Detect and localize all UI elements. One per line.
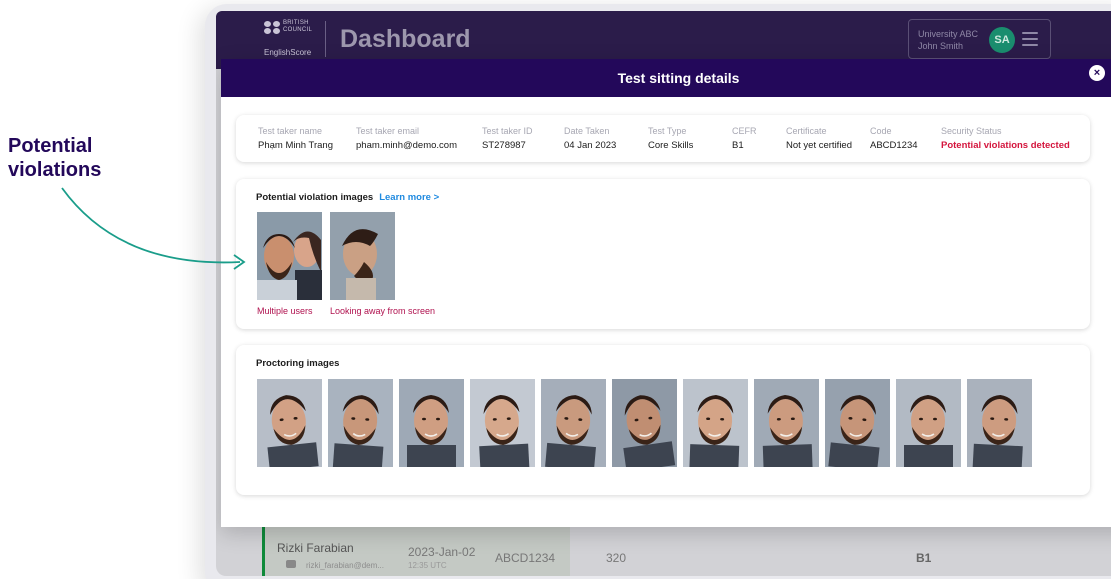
proctoring-image[interactable] [683, 379, 748, 467]
row-cefr: B1 [916, 551, 932, 565]
close-button[interactable]: × [1089, 65, 1105, 81]
annotation-line-1: Potential [8, 135, 93, 157]
user-org: University ABC [918, 29, 979, 39]
violation-images-card: Potential violation imagesLearn more > [236, 179, 1090, 329]
info-id: Test taker ID ST278987 [482, 126, 533, 151]
user-name: John Smith [918, 41, 964, 51]
info-name: Test taker name Phạm Minh Trang [258, 126, 333, 151]
modal-header: Test sitting details [221, 59, 1111, 97]
info-type: Test Type Core Skills [648, 126, 694, 151]
row-time: 12:35 UTC [408, 561, 447, 570]
proctoring-image[interactable] [967, 379, 1032, 467]
proctoring-section-title: Proctoring images [256, 358, 340, 369]
violation-section-title: Potential violation images Learn more > [256, 192, 440, 203]
user-menu[interactable]: University ABC John Smith SA [908, 19, 1051, 59]
row-email: rizki_farabian@dem... [306, 561, 384, 570]
info-email: Test taker email pham.minh@demo.com [356, 126, 457, 151]
proctoring-image[interactable] [896, 379, 961, 467]
info-code: Code ABCD1234 [870, 126, 918, 151]
proctoring-image[interactable] [612, 379, 677, 467]
row-date: 2023-Jan-02 [408, 545, 476, 559]
info-date: Date Taken 04 Jan 2023 [564, 126, 617, 151]
proctoring-image[interactable] [754, 379, 819, 467]
proctoring-image[interactable] [825, 379, 890, 467]
annotation-line-2: violations [8, 159, 102, 181]
violation-image[interactable] [257, 212, 322, 300]
hamburger-menu-icon[interactable] [1022, 32, 1038, 46]
avatar[interactable]: SA [989, 27, 1015, 53]
security-status-badge: Potential violations detected [941, 140, 1070, 151]
header-divider [325, 21, 326, 57]
info-security-status: Security Status Potential violations det… [941, 126, 1070, 151]
learn-more-link[interactable]: Learn more > [379, 192, 439, 203]
row-score: 320 [606, 551, 627, 565]
info-cefr: CEFR B1 [732, 126, 757, 151]
test-info-card: Test taker name Phạm Minh Trang Test tak… [236, 115, 1090, 162]
annotation-label: Potential violations [8, 134, 101, 182]
proctoring-image[interactable] [470, 379, 535, 467]
row-name[interactable]: Rizki Farabian [277, 541, 354, 555]
violation-image[interactable] [330, 212, 395, 300]
violation-multiple-users[interactable]: Multiple users [257, 212, 322, 316]
proctoring-image[interactable] [541, 379, 606, 467]
violation-caption: Looking away from screen [330, 306, 436, 316]
row-code: ABCD1234 [495, 551, 556, 565]
proctoring-image-row [257, 379, 1032, 467]
violation-looking-away[interactable]: Looking away from screen [330, 212, 435, 316]
proctoring-image[interactable] [257, 379, 322, 467]
violation-caption: Multiple users [257, 306, 313, 316]
proctoring-image[interactable] [328, 379, 393, 467]
info-certificate: Certificate Not yet certified [786, 126, 852, 151]
screen: BRITISH COUNCIL EnglishScore Dashboard Un… [216, 11, 1111, 576]
camera-icon [286, 560, 296, 568]
proctoring-images-card: Proctoring images [236, 345, 1090, 495]
page-title: Dashboard [340, 25, 471, 53]
englishscore-label: EnglishScore [264, 48, 312, 57]
proctoring-image[interactable] [399, 379, 464, 467]
test-sitting-modal: Test sitting details × Test taker name P… [221, 59, 1111, 527]
